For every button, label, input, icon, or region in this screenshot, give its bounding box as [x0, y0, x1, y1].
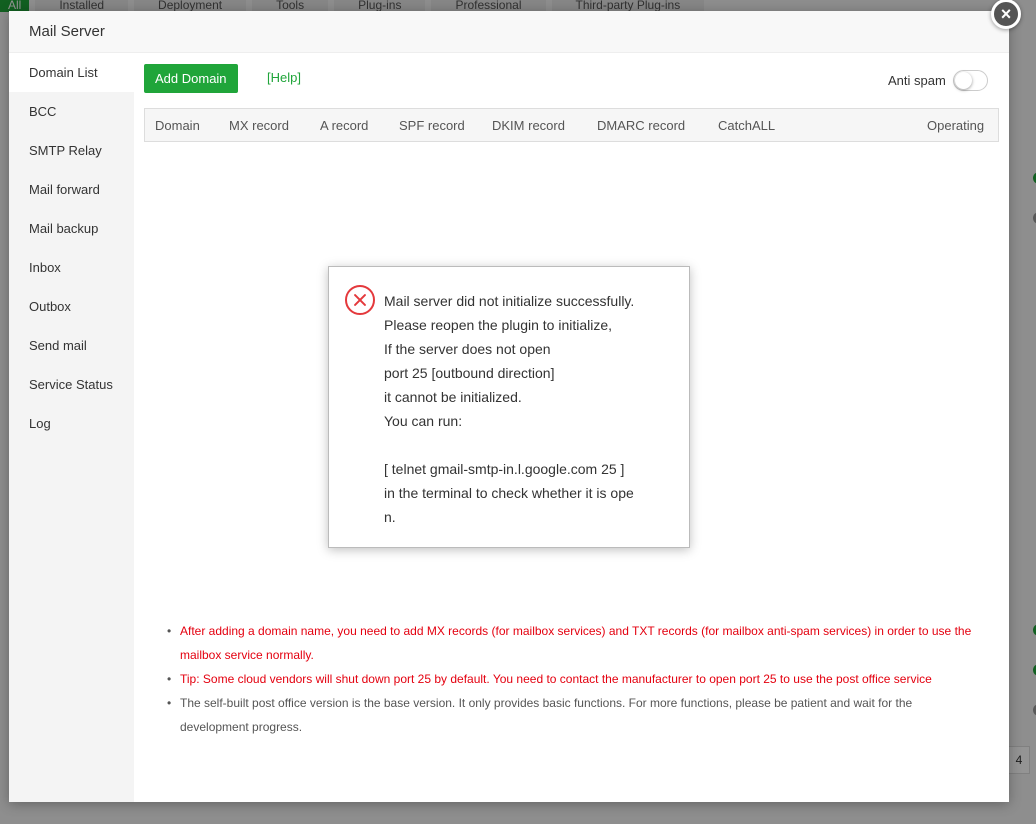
column-a-record: A record — [320, 118, 369, 133]
note-item: The self-built post office version is th… — [164, 691, 984, 739]
error-message: Mail server did not initialize successfu… — [384, 289, 674, 529]
column-dkim-record: DKIM record — [492, 118, 565, 133]
column-domain: Domain — [155, 118, 200, 133]
sidebar-item-mail-forward[interactable]: Mail forward — [9, 170, 134, 209]
column-catchall: CatchALL — [718, 118, 776, 133]
message-line: it cannot be initialized. — [384, 389, 522, 405]
sidebar-item-service-status[interactable]: Service Status — [9, 365, 134, 404]
column-spf-record: SPF record — [399, 118, 465, 133]
message-line: If the server does not open — [384, 341, 551, 357]
modal-header: Mail Server — [9, 11, 1009, 53]
close-modal-button[interactable]: × — [991, 0, 1021, 29]
error-dialog: Mail server did not initialize successfu… — [328, 266, 690, 548]
domain-table-header: Domain MX record A record SPF record DKI… — [144, 108, 999, 142]
message-line: Please reopen the plugin to initialize, — [384, 317, 613, 333]
sidebar-item-log[interactable]: Log — [9, 404, 134, 443]
message-line: port 25 [outbound direction] — [384, 365, 555, 381]
sidebar-item-mail-backup[interactable]: Mail backup — [9, 209, 134, 248]
anti-spam-label: Anti spam — [888, 73, 946, 88]
message-line: Mail server did not initialize successfu… — [384, 293, 635, 309]
sidebar-item-send-mail[interactable]: Send mail — [9, 326, 134, 365]
sidebar: Domain List BCC SMTP Relay Mail forward … — [9, 53, 134, 802]
message-line: in the terminal to check whether it is o… — [384, 485, 634, 501]
sidebar-item-inbox[interactable]: Inbox — [9, 248, 134, 287]
message-line: You can run: — [384, 413, 463, 429]
toggle-knob — [955, 72, 972, 89]
note-item: Tip: Some cloud vendors will shut down p… — [164, 667, 984, 691]
help-link[interactable]: [Help] — [267, 70, 301, 85]
column-operating: Operating — [927, 118, 985, 133]
error-icon — [345, 285, 375, 315]
message-line: [ telnet gmail-smtp-in.l.google.com 25 ] — [384, 461, 625, 477]
note-item: After adding a domain name, you need to … — [164, 619, 984, 667]
sidebar-item-bcc[interactable]: BCC — [9, 92, 134, 131]
sidebar-item-smtp-relay[interactable]: SMTP Relay — [9, 131, 134, 170]
modal-title: Mail Server — [29, 23, 105, 40]
notes-list: After adding a domain name, you need to … — [164, 619, 984, 739]
message-line: n. — [384, 509, 396, 525]
sidebar-item-outbox[interactable]: Outbox — [9, 287, 134, 326]
add-domain-button[interactable]: Add Domain — [144, 64, 238, 93]
anti-spam-toggle[interactable] — [953, 70, 988, 91]
message-line — [384, 433, 674, 457]
sidebar-item-domain-list[interactable]: Domain List — [9, 53, 134, 92]
column-mx-record: MX record — [229, 118, 289, 133]
column-dmarc-record: DMARC record — [597, 118, 686, 133]
